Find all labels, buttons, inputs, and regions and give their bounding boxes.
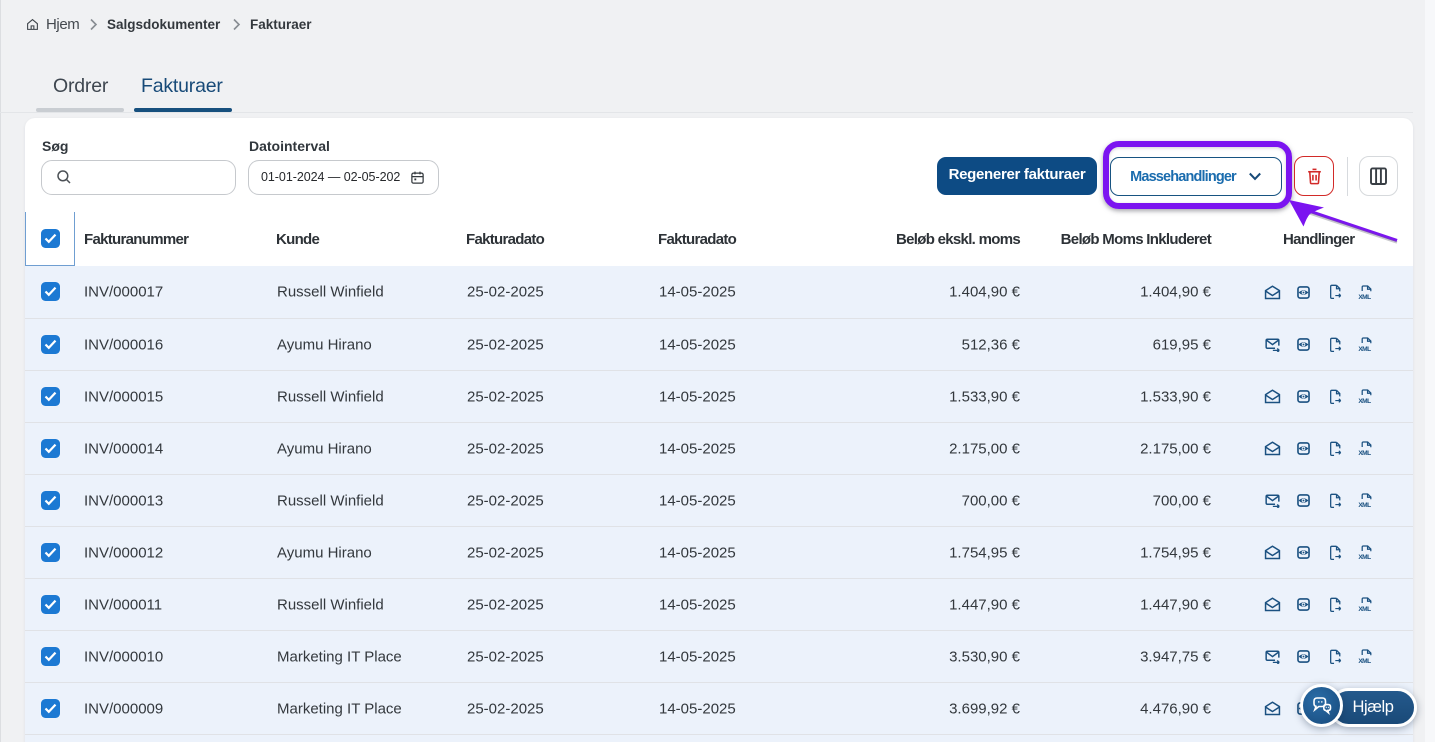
- svg-text:XML: XML: [1358, 554, 1371, 560]
- svg-text:XML: XML: [1358, 398, 1371, 404]
- svg-text:XML: XML: [1358, 606, 1371, 612]
- svg-text:XML: XML: [1358, 346, 1371, 352]
- svg-text:XML: XML: [1358, 294, 1371, 300]
- svg-text:XML: XML: [1358, 450, 1371, 456]
- svg-text:XML: XML: [1358, 658, 1371, 664]
- svg-text:XML: XML: [1358, 502, 1371, 508]
